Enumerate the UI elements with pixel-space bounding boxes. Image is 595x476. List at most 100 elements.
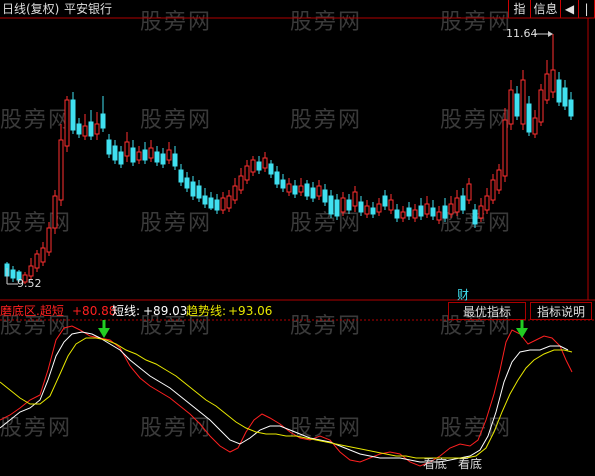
- candle-body: [334, 199, 340, 217]
- candle-body: [274, 171, 280, 185]
- candle-body: [244, 165, 250, 181]
- candle-body: [46, 227, 52, 253]
- candle-body: [406, 207, 412, 217]
- ultra-short-line: [0, 325, 573, 467]
- candle-body: [142, 149, 148, 161]
- finance-marker[interactable]: 财: [457, 286, 469, 303]
- candle-body: [490, 179, 496, 201]
- candle-body: [148, 147, 154, 159]
- indicator-explain-button[interactable]: 指标说明: [530, 302, 592, 320]
- high-price-label: 11.64: [506, 27, 538, 40]
- short-line: [0, 331, 569, 463]
- candle-body: [154, 151, 160, 163]
- short-line-label: 短线:: [112, 304, 141, 318]
- candle-body: [52, 195, 58, 229]
- candle-body: [190, 181, 196, 197]
- candle-body: [58, 139, 64, 201]
- candle-body: [448, 203, 454, 215]
- candle-body: [106, 139, 112, 155]
- candle-body: [442, 205, 448, 219]
- buy-arrow: [516, 320, 528, 338]
- trend-line-value: +93.06: [228, 304, 273, 318]
- candle-body: [550, 69, 556, 93]
- candle-body: [64, 99, 70, 147]
- candle-body: [178, 169, 184, 183]
- candle-body: [418, 205, 424, 217]
- candle-body: [460, 195, 466, 211]
- short-line-value: +89.03: [143, 304, 188, 318]
- indicator-lines: [0, 325, 573, 467]
- indicator-name: 磨底区.超短: [0, 304, 64, 318]
- indicator-name-value: +80.88: [72, 304, 117, 318]
- candle-body: [412, 209, 418, 219]
- candle-body: [124, 141, 130, 157]
- candle-body: [304, 183, 310, 197]
- candle-body: [130, 147, 136, 163]
- candle-body: [256, 161, 262, 171]
- candle-body: [322, 189, 328, 203]
- candle-body: [388, 199, 394, 211]
- candle-body: [70, 99, 76, 131]
- candle-body: [286, 183, 292, 193]
- candle-body: [538, 89, 544, 123]
- candle-body: [472, 209, 478, 225]
- candle-body: [166, 149, 172, 161]
- kline-chart[interactable]: [0, 0, 595, 476]
- candle-body: [94, 123, 100, 135]
- candle-body: [280, 179, 286, 189]
- candle-body: [430, 207, 436, 217]
- candle-body: [520, 79, 526, 125]
- candle-body: [436, 211, 442, 221]
- candle-body: [82, 125, 88, 137]
- candle-body: [196, 185, 202, 199]
- candle-body: [208, 197, 214, 209]
- candle-body: [502, 119, 508, 177]
- candle-body: [394, 209, 400, 219]
- candle-body: [544, 73, 550, 101]
- candle-body: [184, 177, 190, 189]
- candlestick-series: [4, 34, 574, 284]
- best-indicator-button[interactable]: 最优指标: [448, 302, 526, 320]
- candle-body: [382, 195, 388, 207]
- low-price-label: 9.52: [17, 277, 42, 290]
- candle-body: [424, 203, 430, 215]
- candle-body: [172, 153, 178, 167]
- candle-body: [226, 195, 232, 209]
- candle-body: [34, 253, 40, 269]
- trend-line-label: 趋势线:: [186, 304, 227, 318]
- candle-body: [466, 183, 472, 201]
- candle-body: [262, 157, 268, 169]
- high-marker-arrow: [548, 31, 553, 37]
- candle-body: [10, 269, 16, 279]
- candle-body: [568, 99, 574, 117]
- candle-body: [346, 199, 352, 211]
- candle-body: [220, 197, 226, 211]
- candle-body: [214, 199, 220, 211]
- buy-arrow: [98, 320, 110, 338]
- candle-body: [298, 185, 304, 193]
- candle-body: [478, 205, 484, 219]
- candle-body: [562, 87, 568, 107]
- candle-body: [136, 151, 142, 161]
- candle-body: [232, 185, 238, 201]
- candle-body: [508, 89, 514, 125]
- candle-body: [514, 93, 520, 117]
- signal-label: 看底: [423, 457, 448, 471]
- candle-body: [28, 265, 34, 277]
- candle-body: [160, 153, 166, 165]
- candle-body: [40, 247, 46, 263]
- candle-body: [310, 187, 316, 199]
- candle-body: [76, 123, 82, 135]
- candle-body: [250, 159, 256, 173]
- signal-label: 看底: [458, 457, 483, 471]
- candle-body: [88, 121, 94, 137]
- candle-body: [328, 195, 334, 215]
- candle-body: [118, 151, 124, 165]
- candle-body: [370, 207, 376, 215]
- candle-body: [454, 197, 460, 213]
- candle-body: [202, 195, 208, 205]
- candle-body: [364, 205, 370, 215]
- candle-body: [496, 169, 502, 191]
- candle-body: [352, 191, 358, 207]
- candle-body: [484, 195, 490, 211]
